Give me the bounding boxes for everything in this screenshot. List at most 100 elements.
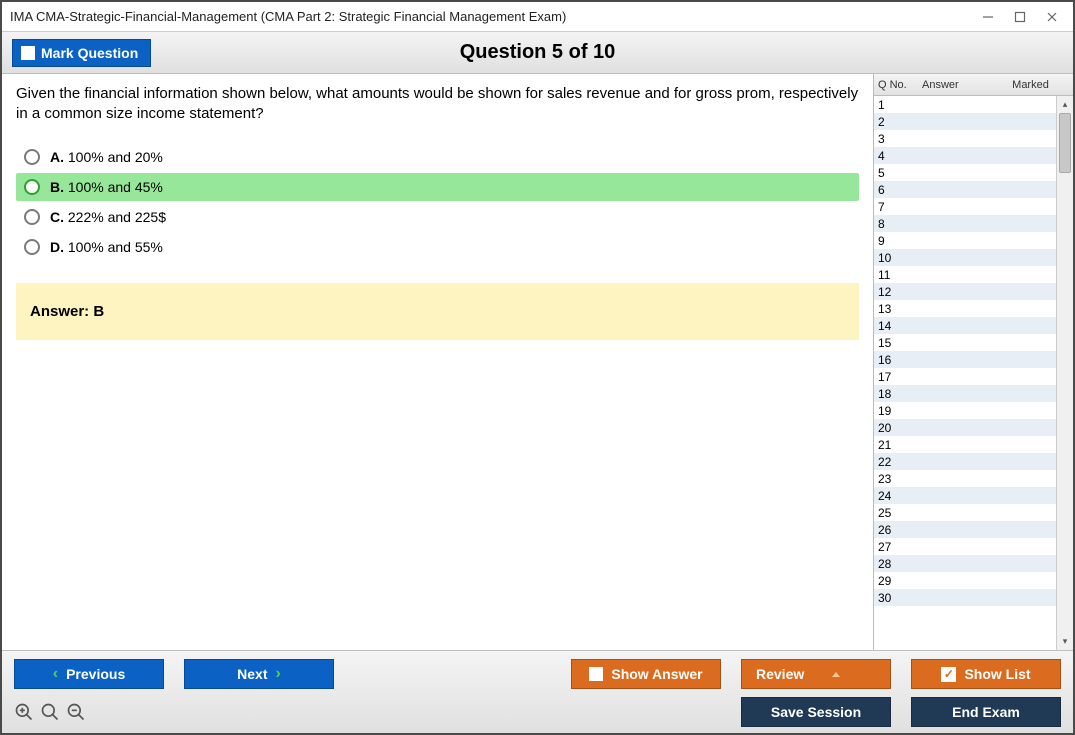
next-button[interactable]: Next › [184,659,334,689]
zoom-out-icon[interactable] [66,702,86,722]
navigator-qno: 10 [878,251,922,265]
option-a[interactable]: A. 100% and 20% [16,143,859,171]
option-label: A. 100% and 20% [50,149,163,165]
col-answer-header: Answer [922,79,992,91]
navigator-qno: 21 [878,438,922,452]
option-label: D. 100% and 55% [50,239,163,255]
navigator-qno: 29 [878,574,922,588]
navigator-qno: 27 [878,540,922,554]
navigator-row[interactable]: 2 [874,113,1056,130]
scroll-thumb[interactable] [1059,113,1071,173]
radio-icon [24,149,40,165]
col-qno-header: Q No. [878,79,922,91]
previous-button[interactable]: ‹ Previous [14,659,164,689]
navigator-row[interactable]: 23 [874,470,1056,487]
navigator-row[interactable]: 9 [874,232,1056,249]
navigator-row[interactable]: 19 [874,402,1056,419]
navigator-list[interactable]: 1234567891011121314151617181920212223242… [874,96,1056,650]
navigator-row[interactable]: 30 [874,589,1056,606]
option-label: B. 100% and 45% [50,179,163,195]
header-bar: Mark Question Question 5 of 10 [2,32,1073,74]
navigator-row[interactable]: 29 [874,572,1056,589]
navigator-row[interactable]: 7 [874,198,1056,215]
navigator-row[interactable]: 22 [874,453,1056,470]
mark-question-button[interactable]: Mark Question [12,39,151,67]
question-text: Given the financial information shown be… [16,84,859,125]
navigator-row[interactable]: 1 [874,96,1056,113]
content-row: Given the financial information shown be… [2,74,1073,650]
option-c[interactable]: C. 222% and 225$ [16,203,859,231]
navigator-qno: 6 [878,183,922,197]
navigator-row[interactable]: 17 [874,368,1056,385]
navigator-header: Q No. Answer Marked [874,74,1073,96]
navigator-qno: 24 [878,489,922,503]
question-navigator: Q No. Answer Marked 12345678910111213141… [873,74,1073,650]
navigator-row[interactable]: 24 [874,487,1056,504]
navigator-qno: 22 [878,455,922,469]
scroll-down-icon[interactable]: ▾ [1057,633,1073,650]
navigator-row[interactable]: 15 [874,334,1056,351]
navigator-row[interactable]: 28 [874,555,1056,572]
navigator-qno: 20 [878,421,922,435]
navigator-qno: 14 [878,319,922,333]
navigator-row[interactable]: 20 [874,419,1056,436]
option-d[interactable]: D. 100% and 55% [16,233,859,261]
mark-question-label: Mark Question [41,45,138,61]
option-b[interactable]: B. 100% and 45% [16,173,859,201]
navigator-qno: 2 [878,115,922,129]
answer-label: Answer: B [30,303,104,320]
end-exam-button[interactable]: End Exam [911,697,1061,727]
navigator-row[interactable]: 10 [874,249,1056,266]
navigator-row[interactable]: 8 [874,215,1056,232]
close-icon[interactable] [1045,10,1059,24]
navigator-row[interactable]: 12 [874,283,1056,300]
navigator-row[interactable]: 25 [874,504,1056,521]
navigator-row[interactable]: 14 [874,317,1056,334]
navigator-row[interactable]: 4 [874,147,1056,164]
navigator-qno: 19 [878,404,922,418]
show-answer-button[interactable]: Show Answer [571,659,721,689]
navigator-qno: 12 [878,285,922,299]
col-marked-header: Marked [992,79,1069,91]
navigator-qno: 3 [878,132,922,146]
navigator-qno: 28 [878,557,922,571]
chevron-left-icon: ‹ [53,665,58,683]
scrollbar[interactable]: ▴ ▾ [1056,96,1073,650]
show-list-button[interactable]: ✓ Show List [911,659,1061,689]
navigator-row[interactable]: 16 [874,351,1056,368]
navigator-row[interactable]: 3 [874,130,1056,147]
navigator-row[interactable]: 26 [874,521,1056,538]
navigator-row[interactable]: 13 [874,300,1056,317]
review-label: Review [756,666,804,682]
show-list-label: Show List [964,666,1030,682]
minimize-icon[interactable] [981,10,995,24]
save-session-button[interactable]: Save Session [741,697,891,727]
button-row-1: ‹ Previous Next › Show Answer Review ✓ S… [14,659,1061,689]
option-label: C. 222% and 225$ [50,209,166,225]
maximize-icon[interactable] [1013,10,1027,24]
navigator-row[interactable]: 6 [874,181,1056,198]
checkbox-icon [21,46,35,60]
navigator-qno: 30 [878,591,922,605]
zoom-icon[interactable] [40,702,60,722]
navigator-qno: 23 [878,472,922,486]
navigator-row[interactable]: 18 [874,385,1056,402]
options-list: A. 100% and 20% B. 100% and 45% C. 222% an… [16,143,859,261]
navigator-row[interactable]: 27 [874,538,1056,555]
navigator-qno: 15 [878,336,922,350]
navigator-row[interactable]: 21 [874,436,1056,453]
navigator-qno: 8 [878,217,922,231]
app-window: IMA CMA-Strategic-Financial-Management (… [0,0,1075,735]
save-session-label: Save Session [771,704,861,720]
review-button[interactable]: Review [741,659,891,689]
checkbox-icon [589,667,603,681]
window-controls [981,10,1065,24]
navigator-row[interactable]: 5 [874,164,1056,181]
triangle-up-icon [832,672,840,677]
navigator-qno: 1 [878,98,922,112]
navigator-row[interactable]: 11 [874,266,1056,283]
scroll-up-icon[interactable]: ▴ [1057,96,1073,113]
radio-icon [24,209,40,225]
zoom-in-icon[interactable] [14,702,34,722]
previous-label: Previous [66,666,125,682]
